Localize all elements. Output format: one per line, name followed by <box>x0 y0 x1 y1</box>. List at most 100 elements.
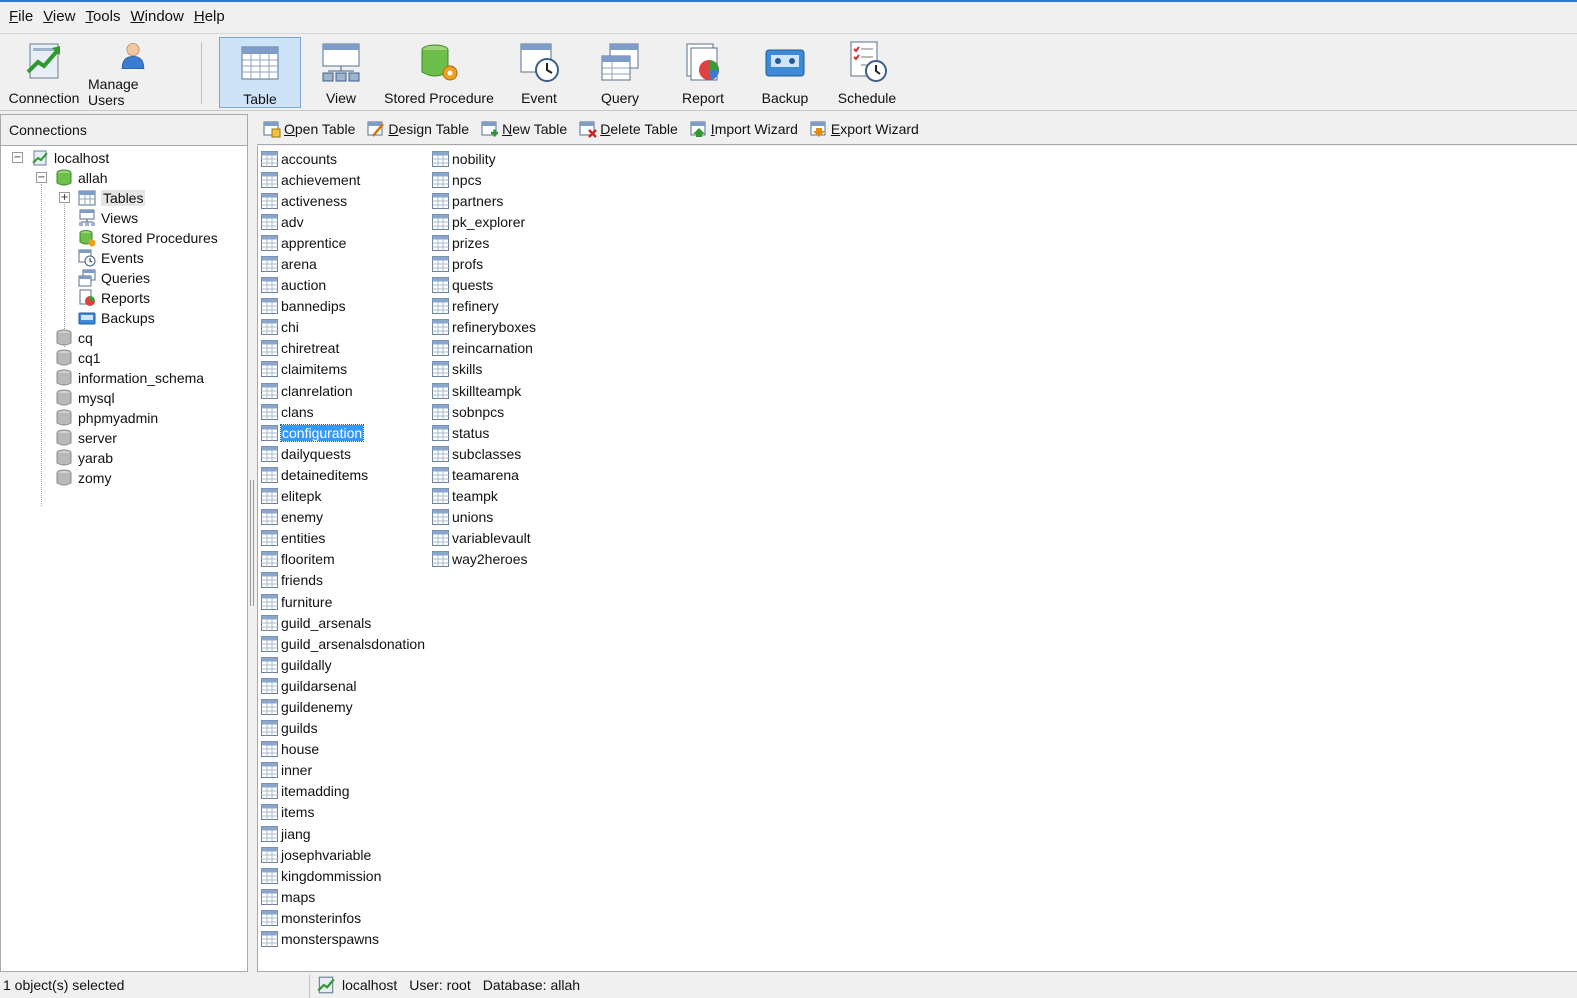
table-item[interactable]: bannedips <box>261 296 425 317</box>
table-item[interactable]: chiretreat <box>261 338 425 359</box>
tree-node-events[interactable]: Events <box>78 248 144 268</box>
delete-table-button[interactable]: Delete Table <box>579 120 678 138</box>
tree-node-stored-procedures[interactable]: Stored Procedures <box>78 228 218 248</box>
table-item[interactable]: flooritem <box>261 549 425 570</box>
table-item[interactable]: achievement <box>261 169 425 190</box>
table-item[interactable]: partners <box>432 190 536 211</box>
table-item[interactable]: jiang <box>261 823 425 844</box>
table-item[interactable]: way2heroes <box>432 549 536 570</box>
import-wizard-button[interactable]: Import Wizard <box>690 120 798 138</box>
table-item[interactable]: npcs <box>432 169 536 190</box>
table-item[interactable]: unions <box>432 507 536 528</box>
tables-expander[interactable]: + <box>59 192 70 203</box>
splitter-grip[interactable] <box>250 480 254 606</box>
table-item[interactable]: auction <box>261 275 425 296</box>
table-item[interactable]: pk_explorer <box>432 211 536 232</box>
table-item[interactable]: guildarsenal <box>261 675 425 696</box>
tree-node-database[interactable]: cq1 <box>55 348 101 368</box>
view-button[interactable]: View <box>306 37 376 108</box>
table-item[interactable]: monsterspawns <box>261 928 425 949</box>
table-item[interactable]: clans <box>261 401 425 422</box>
tree-node-backups[interactable]: Backups <box>78 308 155 328</box>
table-item[interactable]: activeness <box>261 190 425 211</box>
menu-tools[interactable]: Tools <box>80 2 125 32</box>
tree-node-database[interactable]: mysql <box>55 388 115 408</box>
table-item[interactable]: teampk <box>432 486 536 507</box>
table-item[interactable]: dailyquests <box>261 443 425 464</box>
table-item[interactable]: guildenemy <box>261 696 425 717</box>
table-item[interactable]: guild_arsenals <box>261 612 425 633</box>
tree-node-tables[interactable]: Tables <box>78 188 146 208</box>
open-table-button[interactable]: Open Table <box>263 120 355 138</box>
table-item[interactable]: refineryboxes <box>432 317 536 338</box>
tree-node-database[interactable]: information_schema <box>55 368 204 388</box>
tree-node-database[interactable]: yarab <box>55 448 113 468</box>
table-item[interactable]: items <box>261 802 425 823</box>
event-button[interactable]: Event <box>506 37 572 108</box>
table-item[interactable]: furniture <box>261 591 425 612</box>
export-wizard-button[interactable]: Export Wizard <box>810 120 919 138</box>
design-table-button[interactable]: Design Table <box>367 120 469 138</box>
table-item[interactable]: maps <box>261 886 425 907</box>
new-table-button[interactable]: New Table <box>481 120 567 138</box>
table-item[interactable]: refinery <box>432 296 536 317</box>
tree-node-database[interactable]: server <box>55 428 117 448</box>
table-item[interactable]: skills <box>432 359 536 380</box>
table-item[interactable]: elitepk <box>261 486 425 507</box>
report-button[interactable]: Report <box>670 37 736 108</box>
table-item[interactable]: nobility <box>432 148 536 169</box>
tree-node-reports[interactable]: Reports <box>78 288 150 308</box>
schedule-button[interactable]: Schedule <box>832 37 902 108</box>
table-item[interactable]: skillteampk <box>432 380 536 401</box>
table-item[interactable]: chi <box>261 317 425 338</box>
table-item[interactable]: guilds <box>261 718 425 739</box>
table-item[interactable]: entities <box>261 528 425 549</box>
panel-splitter[interactable] <box>248 480 255 606</box>
table-item[interactable]: inner <box>261 760 425 781</box>
table-item[interactable]: prizes <box>432 232 536 253</box>
table-item[interactable]: arena <box>261 253 425 274</box>
table-item[interactable]: itemadding <box>261 781 425 802</box>
table-button[interactable]: Table <box>219 37 301 108</box>
table-item[interactable]: teamarena <box>432 464 536 485</box>
tree-node-allah[interactable]: allah <box>55 168 108 188</box>
table-item[interactable]: claimitems <box>261 359 425 380</box>
table-item[interactable]: subclasses <box>432 443 536 464</box>
menu-file[interactable]: File <box>4 2 38 32</box>
tree-node-views[interactable]: Views <box>78 208 138 228</box>
table-item[interactable]: house <box>261 739 425 760</box>
table-item[interactable]: monsterinfos <box>261 907 425 928</box>
table-item[interactable]: adv <box>261 211 425 232</box>
table-item[interactable]: sobnpcs <box>432 401 536 422</box>
table-item[interactable]: profs <box>432 253 536 274</box>
menu-help[interactable]: Help <box>189 2 230 32</box>
table-item[interactable]: reincarnation <box>432 338 536 359</box>
menu-window[interactable]: Window <box>125 2 188 32</box>
tree-node-queries[interactable]: Queries <box>78 268 150 288</box>
table-item[interactable]: guildally <box>261 654 425 675</box>
table-item[interactable]: apprentice <box>261 232 425 253</box>
table-item[interactable]: kingdommission <box>261 865 425 886</box>
table-item[interactable]: status <box>432 422 536 443</box>
table-item[interactable]: enemy <box>261 507 425 528</box>
localhost-expander[interactable]: − <box>12 152 23 163</box>
backup-button[interactable]: Backup <box>752 37 818 108</box>
table-item[interactable]: josephvariable <box>261 844 425 865</box>
table-item[interactable]: detaineditems <box>261 464 425 485</box>
query-button[interactable]: Query <box>587 37 653 108</box>
tree-node-database[interactable]: phpmyadmin <box>55 408 158 428</box>
table-item[interactable]: accounts <box>261 148 425 169</box>
connection-button[interactable]: Connection <box>6 37 82 108</box>
menu-view[interactable]: View <box>38 2 80 32</box>
table-item[interactable]: clanrelation <box>261 380 425 401</box>
tree-node-database[interactable]: cq <box>55 328 93 348</box>
table-item[interactable]: friends <box>261 570 425 591</box>
manage-users-button[interactable]: Manage Users <box>88 37 178 108</box>
table-item[interactable]: guild_arsenalsdonation <box>261 633 425 654</box>
tree-node-database[interactable]: zomy <box>55 468 111 488</box>
table-item[interactable]: variablevault <box>432 528 536 549</box>
stored-procedure-button[interactable]: Stored Procedure <box>384 37 494 108</box>
table-item[interactable]: configuration <box>261 422 425 443</box>
allah-expander[interactable]: − <box>36 172 47 183</box>
tree-node-localhost[interactable]: localhost <box>31 148 109 168</box>
